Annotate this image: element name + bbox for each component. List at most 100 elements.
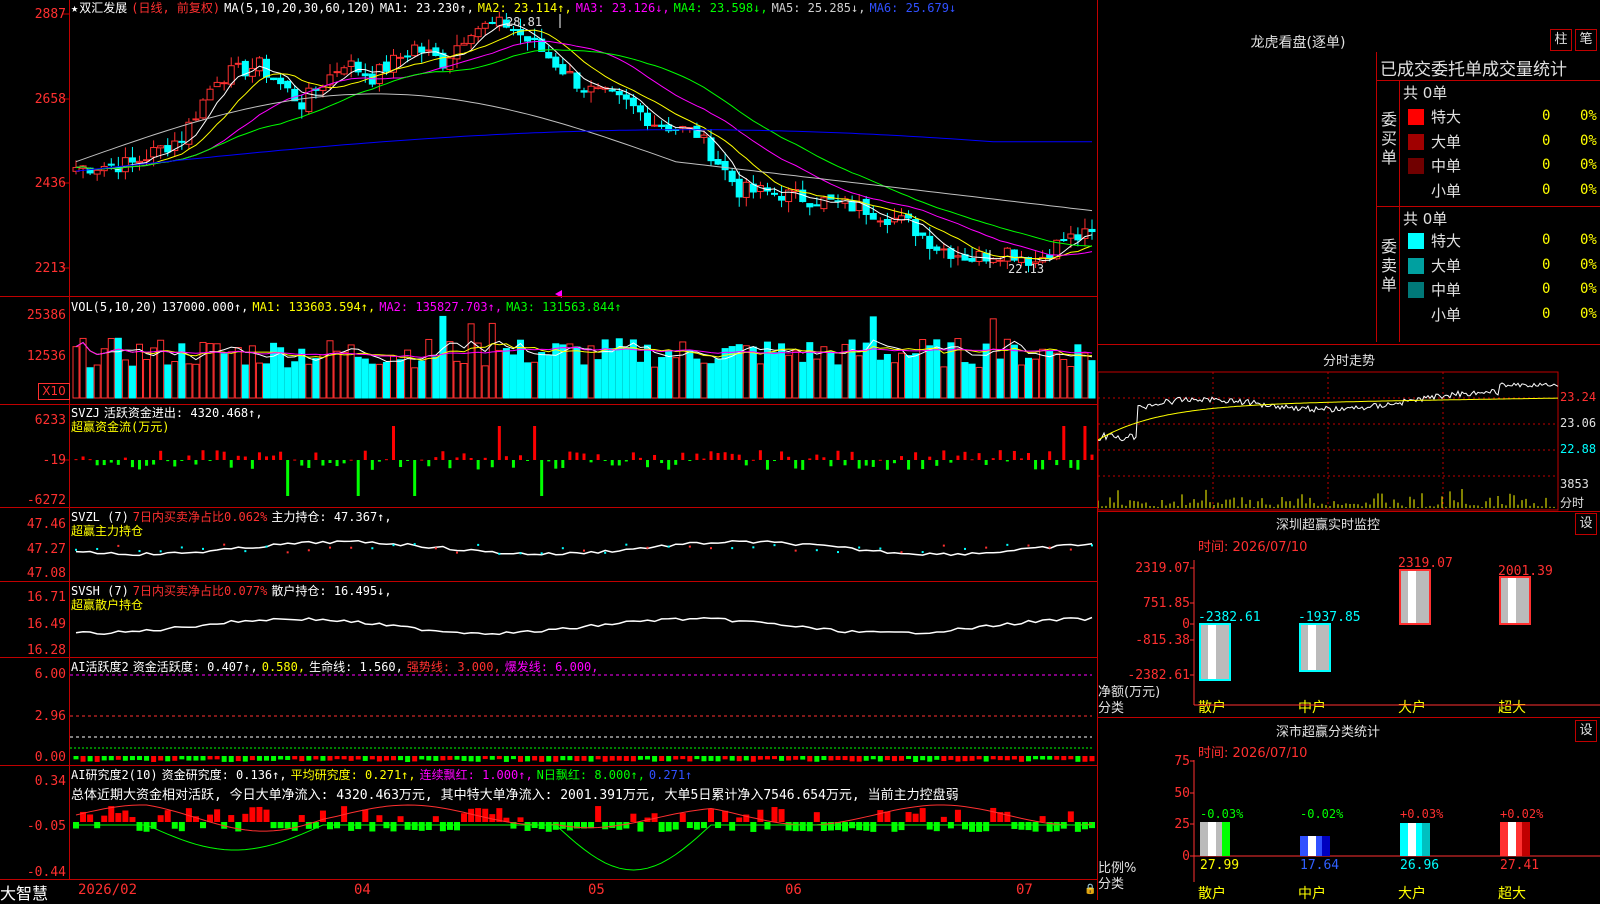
tick-dot (1091, 544, 1093, 547)
fund-flow-bar (462, 453, 466, 460)
activity-bar (278, 756, 284, 760)
tick-dot (583, 549, 585, 552)
research-bar (552, 822, 559, 830)
volume-bar (869, 316, 877, 399)
activity-bar (1033, 756, 1039, 760)
research-bar (969, 822, 976, 832)
svsh-ratio: 7日内买卖净占比0.077% (132, 584, 268, 598)
candle (1060, 239, 1068, 242)
volume-bar (940, 366, 948, 399)
fund-flow-bar (575, 452, 579, 460)
research-bar (411, 822, 418, 830)
volume-bar (114, 337, 122, 399)
candle (206, 88, 214, 101)
research-bar (919, 808, 926, 822)
fund-flow-bar (780, 451, 784, 460)
ai-act-value: 资金活跃度: 0.407↑, (132, 660, 258, 674)
candle (644, 112, 651, 127)
volume-bar (566, 343, 574, 399)
fund-flow-bar (123, 457, 127, 460)
research-bar (171, 822, 178, 829)
fund-flow-bar (773, 460, 776, 461)
volume-bar (989, 318, 997, 399)
lock-icon[interactable]: 🔒 (1084, 884, 1096, 895)
y-axis-line (69, 0, 70, 880)
activity-bar (334, 756, 340, 760)
y-tick: 0.00 (34, 750, 66, 765)
activity-bar (877, 756, 883, 762)
fund-flow-bar (603, 460, 607, 461)
vol-unit-badge[interactable]: X10 (38, 383, 70, 400)
activity-bar (920, 756, 926, 761)
volume-bar (93, 364, 101, 399)
research-bar (729, 822, 736, 831)
fund-flow-bar (1027, 453, 1030, 460)
svzl-header: SVZL (7) 7日内买卖净占比0.062% 主力持仓: 47.367↑, (71, 510, 396, 525)
fund-flow-bar (758, 450, 762, 460)
candle (460, 42, 468, 46)
chart-area[interactable]: ★双汇发展 (日线, 前复权) MA(5,10,20,30,60,120) MA1: … (0, 0, 1098, 903)
svzj-name: SVZJ (71, 406, 100, 420)
research-bar (863, 822, 870, 831)
fund-flow-bar (145, 460, 149, 466)
tick-dot (159, 550, 162, 553)
y-tick: 2887 (34, 7, 66, 22)
volume-bar (883, 354, 891, 399)
research-bar (432, 816, 439, 822)
fund-flow-bar (159, 450, 163, 460)
volume-bar (658, 357, 666, 399)
fund-flow-bar (963, 451, 967, 460)
candle (425, 49, 433, 52)
fund-flow-bar (392, 426, 395, 460)
candle (234, 62, 242, 65)
tick-dot (519, 552, 522, 555)
research-bar (270, 822, 277, 829)
favorite-star-icon[interactable]: ★ (71, 1, 78, 15)
activity-bar (983, 756, 989, 762)
volume-bar (651, 366, 659, 399)
fund-flow-bar (631, 452, 635, 460)
brand-logo[interactable]: 大智慧 (0, 880, 48, 904)
activity-bar (137, 756, 142, 761)
fund-flow-bar (829, 460, 833, 467)
activity-bar (1004, 756, 1010, 761)
fund-flow-bar (356, 460, 360, 496)
volume-bar (432, 356, 440, 399)
candle (164, 145, 172, 153)
fund-flow-bar (1055, 460, 1059, 466)
period-label[interactable]: (日线, 前复权) (131, 1, 220, 15)
activity-bar (743, 756, 749, 761)
research-bar (806, 822, 813, 832)
ai-summary-text: 总体近期大资金相对活跃, 今日大单净流入: 4320.463万元, 其中特大单净… (71, 788, 959, 803)
research-bar (940, 816, 947, 822)
research-bar (468, 808, 475, 822)
candle (883, 218, 891, 225)
divider (0, 507, 1097, 508)
fund-flow-bar (81, 456, 85, 460)
fund-flow-bar (490, 460, 494, 468)
fund-flow-bar (434, 457, 438, 460)
activity-bar (1018, 756, 1024, 762)
y-tick: 47.46 (26, 517, 66, 532)
fund-flow-bar (907, 460, 911, 470)
activity-bar (962, 756, 968, 762)
volume-bar (587, 345, 595, 399)
candle (474, 28, 482, 38)
fund-flow-bar (116, 460, 120, 465)
candle (735, 178, 743, 198)
volume-bar (495, 349, 503, 399)
fund-flow-bar (497, 426, 501, 460)
date-tick: 2026/02 (78, 882, 138, 898)
volume-bar (453, 360, 461, 399)
research-bar (418, 822, 425, 831)
y-tick: 16.71 (26, 590, 66, 605)
fund-flow-bar (1048, 451, 1052, 460)
volume-bar (333, 350, 341, 399)
activity-bar (567, 756, 573, 761)
fund-flow-bar (871, 460, 875, 467)
fund-flow-bar (342, 460, 346, 464)
ma5-line (75, 93, 1093, 212)
research-bar (200, 822, 206, 829)
research-bar (672, 822, 679, 830)
ma4-value: MA4: 23.598↓, (673, 1, 768, 15)
